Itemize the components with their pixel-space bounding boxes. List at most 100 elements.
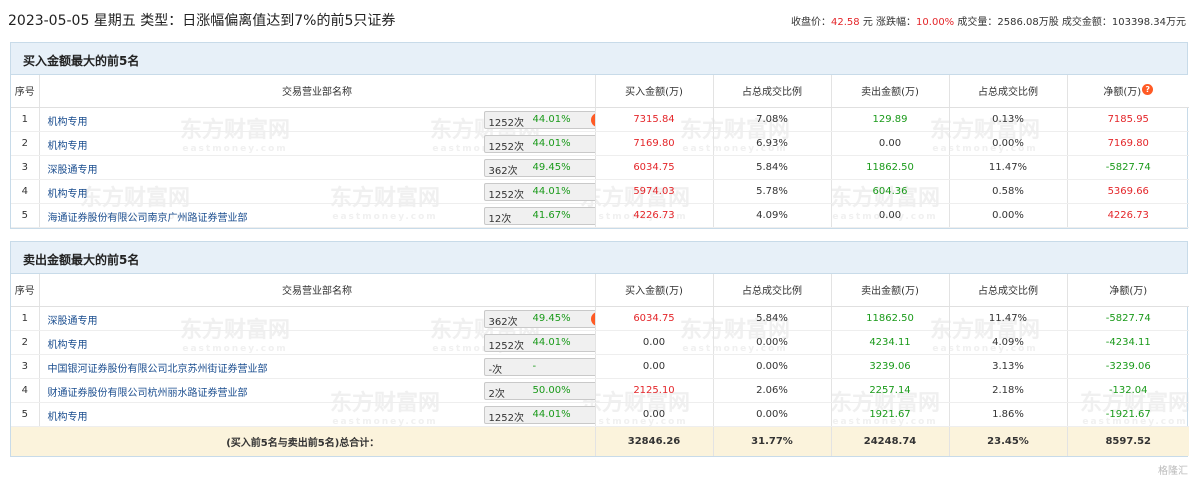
branch-stats-button[interactable]: 1252次 44.01%	[483, 134, 595, 153]
branch-stats-button[interactable]: 362次 49.45%	[483, 158, 595, 177]
appear-count: -次	[488, 364, 503, 376]
buy-table: 序号 交易营业部名称 买入金额(万) 占总成交比例 卖出金额(万) 占总成交比例…	[11, 75, 1189, 228]
appear-count: 362次	[488, 165, 518, 177]
branch-name-link[interactable]: 深股通专用	[48, 161, 98, 176]
row-index: 2	[11, 330, 39, 355]
branch-name-link[interactable]: 机构专用	[48, 137, 88, 152]
buy-ratio: 2.06%	[712, 378, 831, 403]
table-row: 4 财通证券股份有限公司杭州丽水路证券营业部 2次 50.00% 2125.10 2.06…	[11, 378, 1189, 403]
branch-name-link[interactable]: 财通证券股份有限公司杭州丽水路证券营业部	[48, 384, 248, 399]
buy-ratio: 7.08%	[712, 107, 831, 132]
sell-amount: 1921.67	[830, 402, 949, 427]
sell-amount: 3239.06	[830, 354, 949, 379]
buy-amount: 0.00	[594, 330, 713, 355]
table-row: 2 机构专用 1252次 44.01% 7169.80 6.93% 0.00 0.00% 716…	[11, 131, 1189, 156]
branch-stats-button[interactable]: 1252次 44.01%	[483, 333, 595, 352]
col-branch-name: 交易营业部名称	[38, 274, 595, 307]
total-row: (买入前5名与卖出前5名)总合计： 32846.26 31.77% 24248.…	[11, 426, 1189, 456]
net-amount: -1921.67	[1066, 402, 1189, 427]
info-badge-icon[interactable]: ?	[590, 112, 595, 127]
col-net-amount: 净额(万)?	[1066, 75, 1189, 108]
sell-top5-panel: 卖出金额最大的前5名 序号 交易营业部名称 买入金额(万) 占总成交比例 卖出金…	[10, 241, 1189, 457]
row-index: 1	[11, 107, 39, 132]
row-index: 5	[11, 402, 39, 427]
volume-label: 成交量：	[957, 17, 998, 28]
sell-amount: 2257.14	[830, 378, 949, 403]
sell-table: 序号 交易营业部名称 买入金额(万) 占总成交比例 卖出金额(万) 占总成交比例…	[11, 274, 1189, 456]
branch-name-link[interactable]: 机构专用	[48, 185, 88, 200]
col-buy-amount: 买入金额(万)	[594, 75, 713, 108]
appear-count: 1252次	[488, 141, 524, 153]
branch-cell: 海通证券股份有限公司南京广州路证券营业部 12次 41.67%	[38, 203, 595, 228]
win-rate: 44.01%	[532, 336, 571, 348]
appear-count: 362次	[488, 316, 518, 328]
branch-stats-button[interactable]: 12次 41.67%	[483, 206, 595, 225]
buy-ratio: 0.00%	[712, 330, 831, 355]
close-label: 收盘价：	[791, 17, 832, 28]
total-buy: 32846.26	[594, 426, 713, 456]
win-rate: 44.01%	[532, 408, 571, 420]
branch-name-link[interactable]: 机构专用	[48, 408, 88, 423]
total-sell-ratio: 23.45%	[948, 426, 1067, 456]
buy-amount: 7169.80	[594, 131, 713, 156]
branch-stats-button[interactable]: 1252次 44.01%	[483, 405, 595, 424]
page-title: 2023-05-05 星期五 类型：日涨幅偏离值达到7%的前5只证券	[8, 13, 396, 29]
win-rate: 44.01%	[532, 185, 571, 197]
row-index: 3	[11, 155, 39, 180]
branch-name-link[interactable]: 深股通专用	[48, 312, 98, 327]
table-row: 1 深股通专用 362次 49.45%?6034.755.84%11862.5011.…	[11, 306, 1189, 331]
sell-amount: 604.36	[830, 179, 949, 204]
branch-cell: 机构专用 1252次 44.01%	[38, 179, 595, 204]
total-label: (买入前5名与卖出前5名)总合计：	[11, 426, 595, 456]
branch-name-link[interactable]: 机构专用	[48, 113, 88, 128]
appear-count: 2次	[488, 388, 505, 400]
col-buy-ratio: 占总成交比例	[712, 274, 831, 307]
branch-name-link[interactable]: 机构专用	[48, 336, 88, 351]
sell-ratio: 0.00%	[948, 131, 1067, 156]
sell-section-title: 卖出金额最大的前5名	[11, 242, 1187, 274]
branch-stats-button[interactable]: 1252次 44.01%	[483, 182, 595, 201]
buy-amount: 6034.75	[594, 306, 713, 331]
col-buy-ratio: 占总成交比例	[712, 75, 831, 108]
sell-amount: 11862.50	[830, 306, 949, 331]
branch-cell: 机构专用 1252次 44.01%	[38, 402, 595, 427]
close-unit: 元	[862, 17, 873, 28]
table-header-row: 序号 交易营业部名称 买入金额(万) 占总成交比例 卖出金额(万) 占总成交比例…	[11, 274, 1189, 307]
help-icon[interactable]: ?	[1142, 84, 1154, 96]
branch-name-link[interactable]: 海通证券股份有限公司南京广州路证券营业部	[48, 209, 248, 224]
appear-count: 1252次	[488, 412, 524, 424]
win-rate: 50.00%	[532, 384, 571, 396]
buy-ratio: 0.00%	[712, 402, 831, 427]
price-stats: 收盘价：42.58 元 涨跌幅：10.00% 成交量：2586.08万股 成交金…	[791, 13, 1186, 28]
net-amount: 4226.73	[1066, 203, 1189, 228]
net-amount: -132.04	[1066, 378, 1189, 403]
buy-ratio: 5.78%	[712, 179, 831, 204]
sell-amount: 0.00	[830, 203, 949, 228]
col-sell-amount: 卖出金额(万)	[830, 75, 949, 108]
turnover-value: 103398.34万元	[1111, 17, 1186, 28]
sell-ratio: 4.09%	[948, 330, 1067, 355]
sell-amount: 11862.50	[830, 155, 949, 180]
sell-ratio: 0.58%	[948, 179, 1067, 204]
branch-name-link[interactable]: 中国银河证券股份有限公司北京苏州街证券营业部	[48, 360, 268, 375]
sell-ratio: 11.47%	[948, 306, 1067, 331]
win-rate: -	[532, 360, 537, 372]
branch-stats-button[interactable]: -次 -	[483, 357, 595, 376]
net-amount: -3239.06	[1066, 354, 1189, 379]
branch-cell: 财通证券股份有限公司杭州丽水路证券营业部 2次 50.00%	[38, 378, 595, 403]
row-index: 3	[11, 354, 39, 379]
buy-top5-panel: 买入金额最大的前5名 序号 交易营业部名称 买入金额(万) 占总成交比例 卖出金…	[10, 42, 1189, 229]
branch-cell: 中国银河证券股份有限公司北京苏州街证券营业部 -次 -	[38, 354, 595, 379]
table-row: 5 机构专用 1252次 44.01% 0.00 0.00% 1921.67 1.86% -19…	[11, 402, 1189, 427]
table-row: 5 海通证券股份有限公司南京广州路证券营业部 12次 41.67% 4226.73 4.0…	[11, 203, 1189, 228]
branch-stats-button[interactable]: 362次 49.45%?	[483, 309, 595, 328]
change-label: 涨跌幅：	[876, 17, 917, 28]
win-rate: 44.01%	[532, 113, 571, 125]
branch-stats-button[interactable]: 1252次 44.01%?	[483, 110, 595, 129]
row-index: 2	[11, 131, 39, 156]
buy-amount: 0.00	[594, 354, 713, 379]
branch-stats-button[interactable]: 2次 50.00%	[483, 381, 595, 400]
info-badge-icon[interactable]: ?	[590, 311, 595, 326]
sell-amount: 129.89	[830, 107, 949, 132]
row-index: 4	[11, 378, 39, 403]
